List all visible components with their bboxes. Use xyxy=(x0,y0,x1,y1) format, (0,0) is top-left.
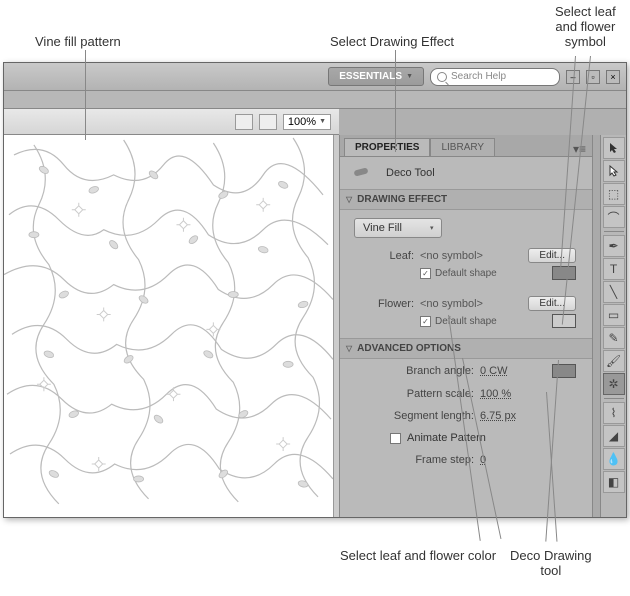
triangle-down-icon: ▽ xyxy=(346,344,352,353)
flower-edit-button[interactable]: Edit... xyxy=(528,296,576,311)
selection-tool[interactable] xyxy=(603,137,625,159)
animate-checkbox[interactable] xyxy=(390,433,401,444)
free-transform-tool[interactable]: ⬚ xyxy=(603,183,625,205)
annotation-select-color: Select leaf and flower color xyxy=(340,548,496,563)
menu-bar xyxy=(4,91,626,109)
branch-color-swatch[interactable] xyxy=(552,364,576,378)
text-tool[interactable]: T xyxy=(603,258,625,280)
workspace-switcher[interactable]: ESSENTIALS ▼ xyxy=(328,67,424,86)
brush-tool[interactable]: 🖌 xyxy=(603,350,625,372)
rectangle-tool[interactable]: ▭ xyxy=(603,304,625,326)
bone-tool[interactable]: ⌇ xyxy=(603,402,625,424)
search-placeholder: Search Help xyxy=(451,71,506,82)
flower-color-swatch[interactable] xyxy=(552,314,576,328)
scene-icon[interactable] xyxy=(235,114,253,130)
leaf-default-checkbox[interactable]: ✓ xyxy=(420,268,431,279)
app-window: ESSENTIALS ▼ Search Help – ▫ × 100% ▼ xyxy=(3,62,627,518)
annotation-select-symbol: Select leaf and flower symbol xyxy=(555,4,616,49)
flower-value: <no symbol> xyxy=(420,298,483,310)
search-icon xyxy=(437,72,447,82)
tool-name: Deco Tool xyxy=(386,167,435,179)
tab-properties[interactable]: PROPERTIES xyxy=(344,138,430,156)
pencil-tool[interactable]: ✎ xyxy=(603,327,625,349)
leaf-label: Leaf: xyxy=(354,250,414,262)
search-input[interactable]: Search Help xyxy=(430,68,560,86)
leaf-color-swatch[interactable] xyxy=(552,266,576,280)
annotation-select-effect: Select Drawing Effect xyxy=(330,34,454,49)
lasso-tool[interactable]: ⌒ xyxy=(603,206,625,228)
properties-panel: PROPERTIES LIBRARY ▾≡ Deco Tool ▽ DRAWIN… xyxy=(339,135,592,517)
section-advanced-options[interactable]: ▽ ADVANCED OPTIONS xyxy=(340,338,592,359)
pattern-scale-label: Pattern scale: xyxy=(354,388,474,400)
branch-angle-value[interactable]: 0 CW xyxy=(480,365,508,377)
chevron-down-icon: ▼ xyxy=(406,73,413,80)
chevron-down-icon: ▼ xyxy=(319,118,326,125)
zoom-select[interactable]: 100% ▼ xyxy=(283,114,331,130)
close-button[interactable]: × xyxy=(606,70,620,84)
annotation-vine-fill: Vine fill pattern xyxy=(35,34,121,49)
tab-library[interactable]: LIBRARY xyxy=(430,138,495,156)
tool-identifier: Deco Tool xyxy=(340,157,592,189)
triangle-down-icon: ▽ xyxy=(346,195,352,204)
vine-pattern xyxy=(4,135,333,514)
symbol-icon[interactable] xyxy=(259,114,277,130)
collapsed-dock[interactable] xyxy=(592,135,600,517)
deco-tool[interactable]: ✲ xyxy=(603,373,625,395)
effect-dropdown[interactable]: Vine Fill ▾ xyxy=(354,218,442,238)
eraser-tool[interactable]: ◧ xyxy=(603,471,625,493)
section-drawing-effect[interactable]: ▽ DRAWING EFFECT xyxy=(340,189,592,210)
stage-area xyxy=(4,135,339,517)
eyedropper-tool[interactable]: 💧 xyxy=(603,448,625,470)
section-label: DRAWING EFFECT xyxy=(357,194,447,205)
pattern-scale-value[interactable]: 100 % xyxy=(480,388,511,400)
segment-length-value[interactable]: 6.75 px xyxy=(480,410,516,422)
panel-tabs: PROPERTIES LIBRARY ▾≡ xyxy=(340,135,592,157)
flower-default-label: Default shape xyxy=(435,316,497,327)
frame-step-label: Frame step: xyxy=(354,454,474,466)
paint-bucket-tool[interactable]: ◢ xyxy=(603,425,625,447)
chevron-down-icon: ▾ xyxy=(430,224,434,232)
segment-length-label: Segment length: xyxy=(354,410,474,422)
zoom-value: 100% xyxy=(288,116,316,128)
canvas[interactable] xyxy=(4,135,333,517)
animate-label: Animate Pattern xyxy=(407,432,486,444)
leaf-value: <no symbol> xyxy=(420,250,483,262)
annotation-deco-tool: Deco Drawing tool xyxy=(510,548,592,578)
app-toolbar: ESSENTIALS ▼ Search Help – ▫ × xyxy=(4,63,626,91)
section-label: ADVANCED OPTIONS xyxy=(357,343,461,354)
pen-tool[interactable]: ✒ xyxy=(603,235,625,257)
line-tool[interactable]: ╲ xyxy=(603,281,625,303)
effect-value: Vine Fill xyxy=(363,222,402,234)
document-toolbar: 100% ▼ xyxy=(4,109,339,135)
leaf-default-label: Default shape xyxy=(435,268,497,279)
flower-label: Flower: xyxy=(354,298,414,310)
deco-tool-icon xyxy=(354,165,376,181)
workspace-label: ESSENTIALS xyxy=(339,71,402,82)
flower-default-checkbox[interactable]: ✓ xyxy=(420,316,431,327)
tools-panel: ⬚ ⌒ ✒ T ╲ ▭ ✎ 🖌 ✲ ⌇ ◢ 💧 ◧ xyxy=(600,135,626,517)
subselection-tool[interactable] xyxy=(603,160,625,182)
